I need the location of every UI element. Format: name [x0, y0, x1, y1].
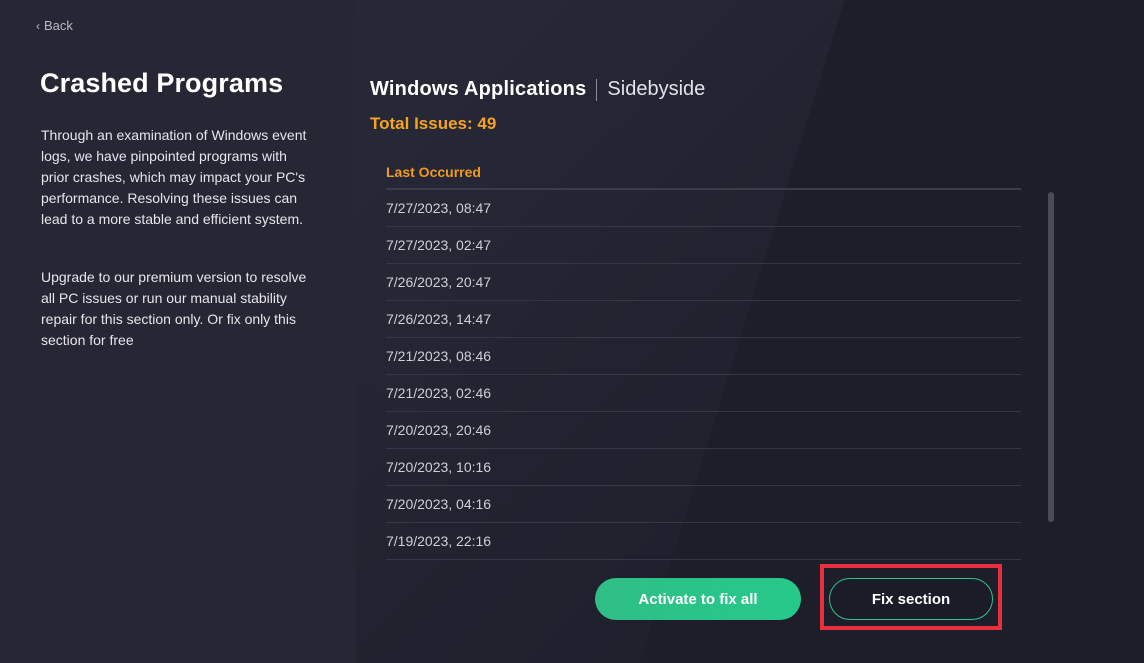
main-panel: Windows Applications Sidebyside Total Is… [356, 0, 1144, 663]
table-row: 7/21/2023, 08:46 [386, 338, 1021, 375]
app-name: Windows Applications [370, 78, 587, 100]
back-label: Back [44, 18, 73, 33]
chevron-left-icon: ‹ [36, 18, 40, 33]
table-scrollbar[interactable] [1048, 192, 1054, 522]
column-header-last-occurred: Last Occurred [386, 156, 1021, 190]
upgrade-text: Upgrade to our premium version to resolv… [41, 269, 307, 348]
table-row: 7/20/2023, 10:16 [386, 449, 1021, 486]
total-issues: Total Issues: 49 [370, 114, 497, 133]
fix-section-button[interactable]: Fix section [829, 578, 993, 620]
table-row: 7/26/2023, 20:47 [386, 264, 1021, 301]
table-row: 7/20/2023, 04:16 [386, 486, 1021, 523]
section-header: Windows Applications Sidebyside [370, 78, 705, 101]
table-row: 7/19/2023, 22:16 [386, 523, 1021, 560]
issues-table: Last Occurred 7/27/2023, 08:47 7/27/2023… [386, 156, 1021, 560]
sidebar: ‹ Back Crashed Programs Through an exami… [0, 0, 356, 663]
activate-to-fix-all-button[interactable]: Activate to fix all [595, 578, 801, 620]
back-link[interactable]: ‹ Back [36, 18, 73, 33]
app-subname: Sidebyside [607, 78, 706, 100]
table-row: 7/26/2023, 14:47 [386, 301, 1021, 338]
page-title: Crashed Programs [40, 68, 284, 98]
table-row: 7/20/2023, 20:46 [386, 412, 1021, 449]
table-row: 7/21/2023, 02:46 [386, 375, 1021, 412]
table-row: 7/27/2023, 02:47 [386, 227, 1021, 264]
table-row: 7/27/2023, 08:47 [386, 190, 1021, 227]
app-window: ‹ Back Crashed Programs Through an exami… [0, 0, 1144, 663]
header-divider [596, 78, 598, 101]
description-text: Through an examination of Windows event … [41, 127, 307, 227]
